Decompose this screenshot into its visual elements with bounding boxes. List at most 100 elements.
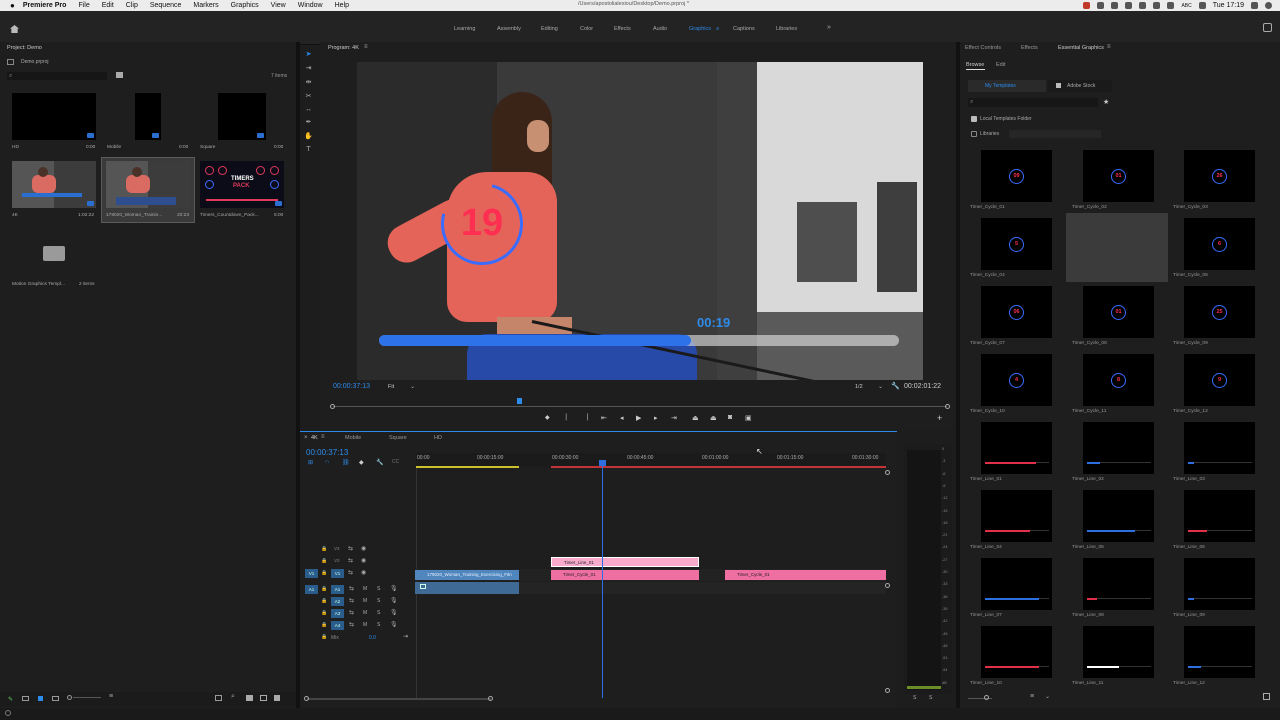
clock[interactable]: Tue 17:19 bbox=[1213, 2, 1244, 9]
home-icon[interactable] bbox=[10, 25, 19, 33]
menu-view[interactable]: View bbox=[271, 2, 286, 9]
mute-button[interactable]: M bbox=[363, 622, 367, 628]
timeline-tab-hd[interactable]: HD bbox=[434, 435, 442, 441]
workspace-editing[interactable]: Editing bbox=[541, 26, 558, 32]
captions-icon[interactable]: CC bbox=[392, 459, 399, 465]
timeline-timecode[interactable]: 00:00:37:13 bbox=[306, 448, 348, 457]
template-thumbnail[interactable] bbox=[981, 422, 1052, 474]
mute-button[interactable]: M bbox=[363, 598, 367, 604]
lock-icon[interactable]: 🔒 bbox=[321, 610, 327, 616]
template-thumbnail[interactable]: 01 bbox=[1083, 286, 1154, 338]
mogrt-thumb-timers-pack[interactable]: TIMERS PACK bbox=[200, 161, 284, 208]
workspace-captions[interactable]: Captions bbox=[733, 26, 755, 32]
workspace-overflow[interactable]: » bbox=[827, 24, 831, 31]
sequence-thumb-4k[interactable] bbox=[12, 161, 96, 208]
scroll-handle[interactable] bbox=[885, 688, 890, 693]
slider-handle[interactable] bbox=[984, 695, 989, 700]
panel-menu-icon[interactable]: ≡ bbox=[364, 44, 368, 50]
workspace-graphics[interactable]: Graphics bbox=[689, 26, 711, 32]
playhead-handle[interactable] bbox=[599, 460, 606, 466]
voiceover-mic-icon[interactable]: 🎙 bbox=[390, 597, 398, 604]
template-search-input[interactable]: ⌕ bbox=[968, 98, 1098, 107]
extension-icon[interactable] bbox=[1097, 2, 1105, 9]
hand-tool-icon[interactable]: ✋ bbox=[304, 133, 313, 141]
sort-icon[interactable]: ≡ bbox=[1030, 693, 1034, 700]
template-thumbnail[interactable]: 9 bbox=[1184, 354, 1255, 406]
wifi-icon[interactable] bbox=[1153, 2, 1161, 9]
track-label-v1[interactable]: V1 bbox=[331, 569, 344, 578]
timeline-playhead[interactable] bbox=[602, 461, 603, 698]
template-thumbnail[interactable]: 8 bbox=[1083, 354, 1154, 406]
template-thumbnail[interactable] bbox=[1184, 422, 1255, 474]
pencil-icon[interactable]: ✎ bbox=[8, 696, 13, 703]
workspace-menu-icon[interactable]: ≡ bbox=[716, 26, 719, 32]
spotlight-icon[interactable] bbox=[1198, 2, 1206, 9]
scroll-handle[interactable] bbox=[885, 583, 890, 588]
slip-tool-icon[interactable]: ↔ bbox=[304, 106, 313, 114]
add-marker-icon[interactable]: ◆ bbox=[359, 459, 364, 466]
program-video-frame[interactable]: 19 00:19 bbox=[357, 62, 923, 380]
template-thumbnail[interactable]: 09 bbox=[981, 150, 1052, 202]
chevron-down-icon[interactable]: ⌄ bbox=[1045, 693, 1050, 700]
template-thumbnail[interactable] bbox=[1083, 490, 1154, 542]
program-scrubber[interactable] bbox=[333, 406, 947, 407]
panel-menu-icon[interactable]: ≡ bbox=[321, 434, 325, 440]
control-center-icon[interactable] bbox=[1251, 2, 1258, 9]
sync-lock-icon[interactable]: ⇆ bbox=[349, 585, 354, 592]
record-icon[interactable] bbox=[1083, 2, 1091, 9]
freeform-view-icon[interactable] bbox=[52, 696, 59, 701]
star-icon[interactable]: ★ bbox=[1103, 98, 1109, 106]
local-templates-checkbox[interactable] bbox=[971, 116, 977, 122]
track-label-a1[interactable]: A1 bbox=[331, 585, 344, 594]
track-label-a3[interactable]: A3 bbox=[331, 609, 344, 618]
razor-tool-icon[interactable]: ✂ bbox=[304, 93, 313, 101]
workspace-assembly[interactable]: Assembly bbox=[497, 26, 521, 32]
clip-timer-line[interactable]: Timer_Line_01 bbox=[551, 557, 699, 567]
voiceover-mic-icon[interactable]: 🎙 bbox=[390, 621, 398, 628]
lock-icon[interactable]: 🔒 bbox=[321, 598, 327, 604]
new-bin-icon[interactable] bbox=[116, 72, 123, 78]
go-to-out-icon[interactable]: ⇥ bbox=[671, 414, 677, 422]
template-thumbnail[interactable]: 06 bbox=[981, 286, 1052, 338]
menu-file[interactable]: File bbox=[78, 2, 89, 9]
solo-button[interactable]: S bbox=[913, 695, 916, 701]
workspace-effects[interactable]: Effects bbox=[614, 26, 631, 32]
solo-button[interactable]: S bbox=[929, 695, 932, 701]
step-back-icon[interactable]: ◂ bbox=[620, 414, 624, 422]
sequence-thumb-square[interactable] bbox=[218, 93, 266, 140]
list-view-icon[interactable] bbox=[22, 696, 29, 701]
project-search-input[interactable]: ⌕ bbox=[7, 72, 107, 80]
clip-woman-audio[interactable] bbox=[415, 582, 519, 594]
subtab-browse[interactable]: Browse bbox=[966, 62, 984, 68]
linked-selection-icon[interactable]: ⛓ bbox=[342, 459, 350, 466]
scrubber-end[interactable] bbox=[945, 404, 950, 409]
libraries-dropdown[interactable] bbox=[1009, 130, 1101, 138]
scroll-handle[interactable] bbox=[885, 470, 890, 475]
automate-icon[interactable] bbox=[215, 695, 222, 701]
timeline-tab-4k[interactable]: 4K bbox=[311, 435, 318, 441]
timeline-zoom-scrollbar[interactable] bbox=[307, 698, 491, 700]
template-thumbnail[interactable]: 5 bbox=[981, 218, 1052, 270]
template-thumbnail[interactable]: 26 bbox=[1184, 150, 1255, 202]
status-icon[interactable] bbox=[5, 710, 11, 716]
trash-icon[interactable] bbox=[274, 695, 280, 701]
sync-lock-icon[interactable]: ⇆ bbox=[348, 545, 353, 552]
sync-lock-icon[interactable]: ⇆ bbox=[349, 609, 354, 616]
scrollbar-right-handle[interactable] bbox=[488, 696, 493, 701]
template-thumbnail[interactable] bbox=[1083, 422, 1154, 474]
track-select-tool-icon[interactable]: ⇥ bbox=[304, 65, 313, 73]
program-timecode[interactable]: 00:00:37:13 bbox=[333, 383, 370, 390]
extract-icon[interactable]: ⏏ bbox=[710, 414, 717, 422]
time-machine-icon[interactable] bbox=[1125, 2, 1133, 9]
sync-lock-icon[interactable]: ⇆ bbox=[349, 597, 354, 604]
workspace-libraries[interactable]: Libraries bbox=[776, 26, 797, 32]
template-thumbnail[interactable]: 6 bbox=[1184, 218, 1255, 270]
solo-button[interactable]: S bbox=[377, 610, 380, 616]
template-thumbnail[interactable]: 01 bbox=[1083, 150, 1154, 202]
lock-icon[interactable]: 🔒 bbox=[321, 634, 327, 640]
eye-icon[interactable]: ◉ bbox=[361, 557, 366, 564]
snap-icon[interactable]: ∩ bbox=[325, 459, 329, 465]
track-label-v2[interactable]: V2 bbox=[334, 558, 340, 563]
apple-icon[interactable]: ● bbox=[10, 1, 15, 10]
clip-timer-cycle-1[interactable]: Timer_Cycle_01 bbox=[551, 570, 699, 580]
